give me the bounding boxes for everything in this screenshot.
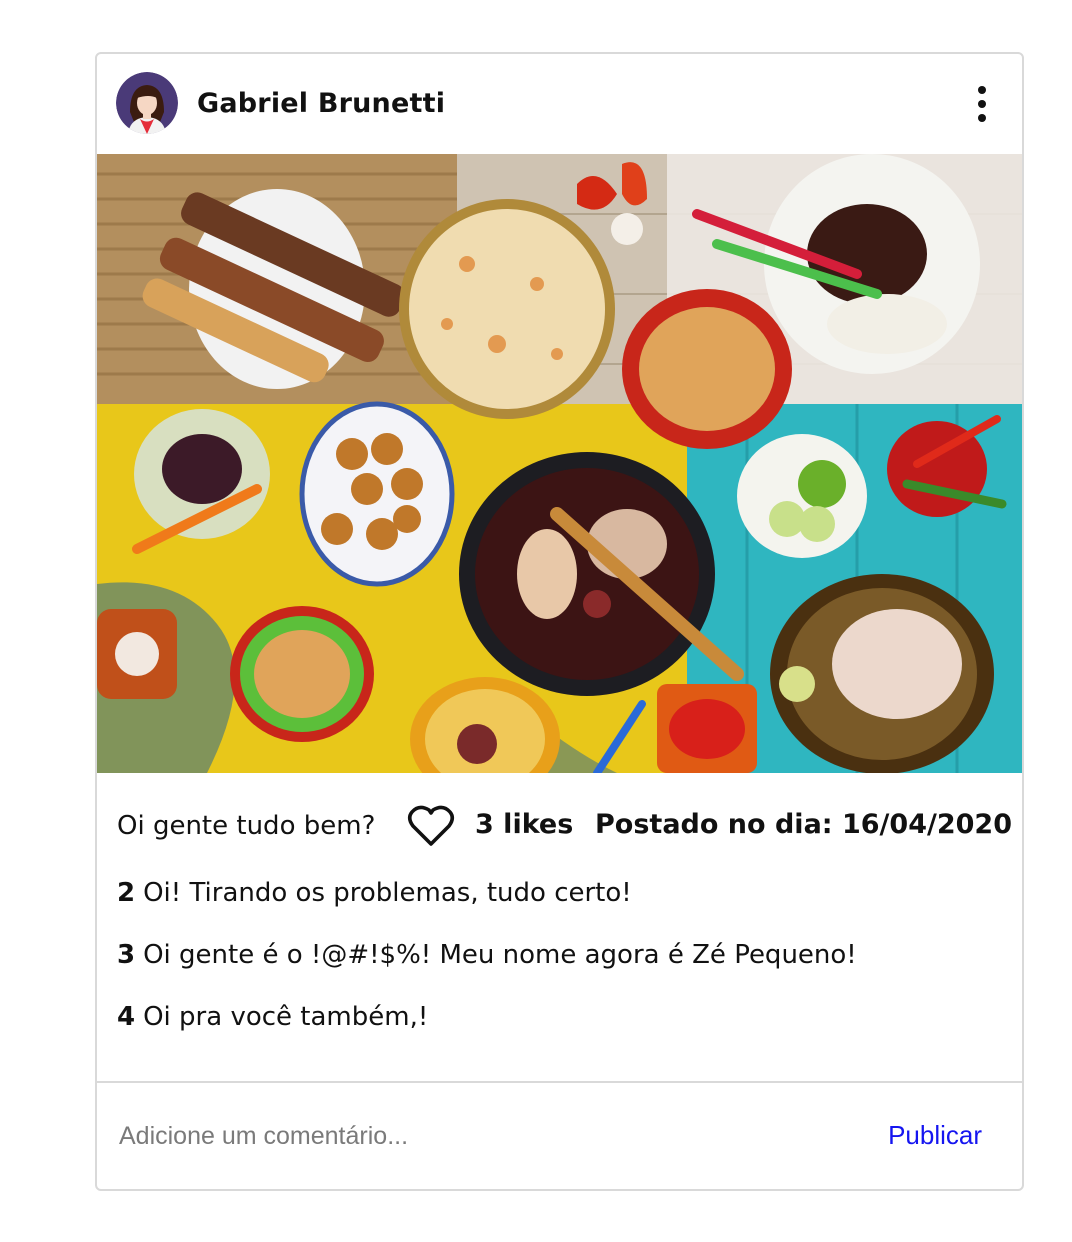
post-date: Postado no dia: 16/04/2020 [595,809,1012,840]
comment-user[interactable]: 2 [117,878,135,908]
more-vertical-icon[interactable] [972,82,992,126]
author-name[interactable]: Gabriel Brunetti [197,88,445,119]
comment-text: Oi! Tirando os problemas, tudo certo! [143,878,632,908]
woman-avatar-icon [116,72,178,134]
heart-outline-icon[interactable] [407,804,455,848]
comment-item: 4 Oi pra você também,! [117,1000,997,1062]
publish-button[interactable]: Publicar [888,1120,982,1151]
post-card: Gabriel Brunetti Oi gente tudo bem? 3 li… [95,52,1024,1191]
comment-text: Oi gente é o !@#!$%! Meu nome agora é Zé… [143,940,857,970]
post-meta: Oi gente tudo bem? 3 likes Postado no di… [117,804,1012,852]
comment-text: Oi pra você também,! [143,1002,429,1032]
divider [97,1081,1022,1083]
avatar[interactable] [116,72,178,134]
comment-list: 2 Oi! Tirando os problemas, tudo certo! 3… [117,876,997,1062]
comment-item: 3 Oi gente é o !@#!$%! Meu nome agora é Z… [117,938,997,1000]
likes-count: 3 likes [475,809,574,840]
comment-user[interactable]: 3 [117,940,135,970]
comment-input[interactable] [119,1114,859,1158]
food-photo [97,154,1022,773]
post-caption: Oi gente tudo bem? [117,811,376,841]
post-image[interactable] [97,154,1022,773]
comment-item: 2 Oi! Tirando os problemas, tudo certo! [117,876,997,938]
post-header: Gabriel Brunetti [97,54,1022,154]
comment-user[interactable]: 4 [117,1002,135,1032]
